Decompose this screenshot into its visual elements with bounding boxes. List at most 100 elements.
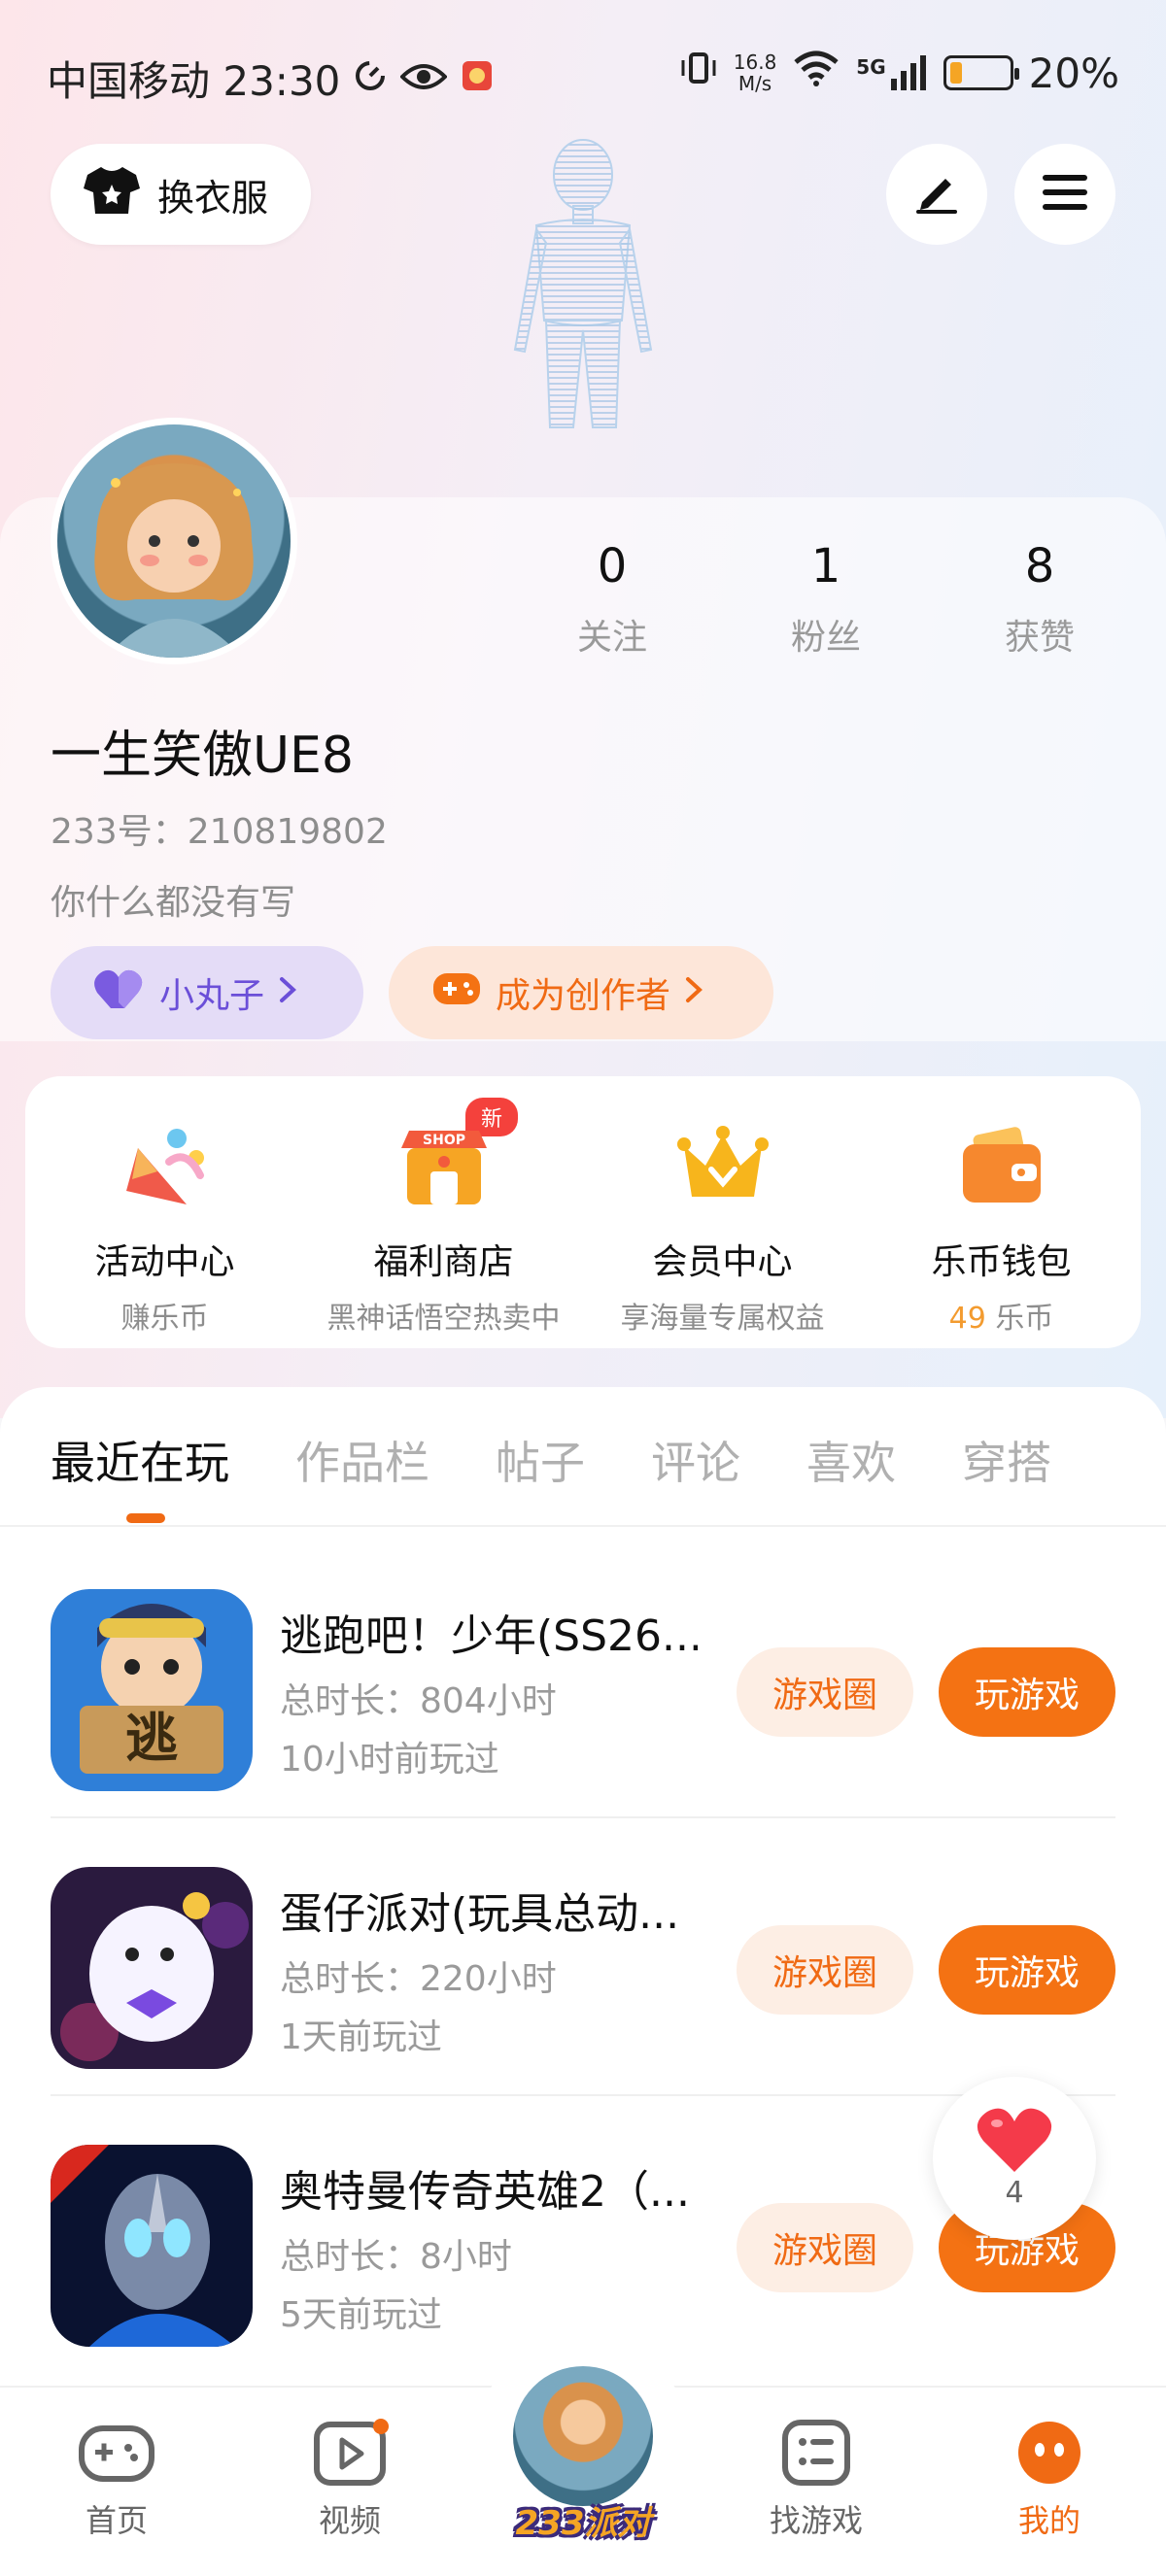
nav-video[interactable]: 视频 (272, 2419, 428, 2541)
wallet-icon (955, 1119, 1048, 1212)
stat-likes[interactable]: 8 获赞 (933, 539, 1147, 660)
stat-value: 0 (597, 539, 628, 593)
stat-followers[interactable]: 1 粉丝 (719, 539, 933, 660)
shop-icon: SHOP (397, 1119, 491, 1212)
gauge-icon (354, 54, 387, 102)
status-bar: 中国移动 23:30 16.8 M/s 5G 20% (0, 0, 1166, 146)
tabs-divider (0, 1525, 1166, 1527)
service-grid: 活动中心 赚乐币 新 SHOP 福利商店 黑神话悟空热卖中 会员中心 享海量专属… (25, 1076, 1141, 1348)
network-speed: 16.8 M/s (733, 51, 777, 95)
coin-balance: 49 (948, 1302, 986, 1336)
tab-likes[interactable]: 喜欢 (806, 1428, 896, 1492)
svg-text:逃: 逃 (125, 1708, 178, 1769)
eye-icon (399, 54, 449, 102)
game-circle-button[interactable]: 游戏圈 (737, 1925, 913, 2015)
service-activity-center[interactable]: 活动中心 赚乐币 (25, 1076, 304, 1348)
game-icon-eggy-party[interactable] (51, 1867, 253, 2069)
play-game-button[interactable]: 玩游戏 (939, 1925, 1115, 2015)
smile-face-icon (1011, 2419, 1088, 2487)
tab-recent-played[interactable]: 最近在玩 (51, 1428, 229, 1523)
game-last-played: 10小时前玩过 (280, 1740, 499, 1779)
game-last-played: 1天前玩过 (280, 2017, 442, 2057)
game-circle-button[interactable]: 游戏圈 (737, 2203, 913, 2292)
svg-text:SHOP: SHOP (423, 1133, 465, 1148)
chevron-right-icon (278, 973, 297, 1013)
tab-works[interactable]: 作品栏 (295, 1428, 429, 1492)
game-name: 奥特曼传奇英雄2（... (280, 2167, 690, 2217)
hamburger-menu-icon (1041, 173, 1089, 216)
become-creator-label: 成为创作者 (496, 976, 671, 1016)
floating-like-button[interactable]: 4 (933, 2077, 1096, 2240)
user-bio[interactable]: 你什么都没有写 (51, 874, 295, 925)
menu-button[interactable] (1014, 144, 1115, 245)
game-circle-button[interactable]: 游戏圈 (737, 1647, 913, 1737)
tab-outfits[interactable]: 穿搭 (962, 1428, 1051, 1492)
change-outfit-label: 换衣服 (157, 176, 269, 220)
nav-me[interactable]: 我的 (972, 2419, 1127, 2541)
like-count: 4 (1005, 2176, 1024, 2210)
user-id[interactable]: 233号：210819802 (51, 803, 388, 854)
game-playtime: 总时长：8小时 (280, 2237, 512, 2277)
game-name: 逃跑吧！少年(SS26... (280, 1611, 698, 1661)
game-name: 蛋仔派对(玩具总动... (280, 1889, 680, 1939)
nav-label: 首页 (85, 2502, 148, 2539)
heart-icon (93, 967, 146, 1019)
stat-value: 8 (1024, 539, 1055, 593)
service-vip-center[interactable]: 会员中心 享海量专属权益 (583, 1076, 862, 1348)
app-notification-icon (461, 54, 494, 102)
party-avatar-button[interactable] (507, 2360, 659, 2512)
game-playtime: 总时长：804小时 (280, 1681, 557, 1721)
friend-pill-button[interactable]: 小丸子 (51, 946, 363, 1039)
stat-value: 1 (810, 539, 841, 593)
gamepad-icon (431, 969, 482, 1017)
tshirt-icon (84, 165, 140, 224)
service-title: 活动中心 (94, 1242, 235, 1282)
service-coin-wallet[interactable]: 乐币钱包 49 乐币 (862, 1076, 1141, 1348)
service-title: 福利商店 (373, 1242, 514, 1282)
nav-label: 找游戏 (769, 2502, 863, 2539)
nav-home[interactable]: 首页 (39, 2419, 194, 2541)
battery-icon (943, 55, 1019, 90)
heart-icon (976, 2106, 1053, 2178)
vibrate-icon (679, 49, 718, 97)
tab-comments[interactable]: 评论 (651, 1428, 740, 1492)
play-game-button[interactable]: 玩游戏 (939, 1647, 1115, 1737)
nav-label: 视频 (318, 2502, 381, 2539)
become-creator-button[interactable]: 成为创作者 (389, 946, 773, 1039)
nav-find-games[interactable]: 找游戏 (738, 2419, 894, 2541)
game-icon-ultraman[interactable] (51, 2145, 253, 2347)
profile-stats: 0 关注 1 粉丝 8 获赞 (505, 539, 1147, 660)
stat-following[interactable]: 0 关注 (505, 539, 719, 660)
service-subtitle: 黑神话悟空热卖中 (326, 1302, 561, 1336)
party-logo-text[interactable]: 233派对 (505, 2496, 661, 2544)
edit-profile-button[interactable] (886, 144, 987, 245)
battery-percent: 20% (1028, 49, 1119, 97)
friend-pill-label: 小丸子 (159, 976, 265, 1016)
stat-label: 关注 (576, 618, 647, 658)
service-title: 会员中心 (652, 1242, 793, 1282)
list-item[interactable]: 逃 逃跑吧！少年(SS26... 总时长：804小时 10小时前玩过 游戏圈 玩… (51, 1541, 1115, 1818)
avatar-wireframe-figure[interactable] (486, 136, 680, 505)
game-icon-escape[interactable]: 逃 (51, 1589, 253, 1791)
list-item[interactable]: 蛋仔派对(玩具总动... 总时长：220小时 1天前玩过 游戏圈 玩游戏 (51, 1818, 1115, 2096)
party-icon (119, 1119, 212, 1212)
profile-tabs: 最近在玩 作品栏 帖子 评论 喜欢 穿搭 (51, 1428, 1117, 1523)
pen-icon (912, 171, 961, 218)
service-subtitle: 赚乐币 (120, 1302, 209, 1336)
service-title: 乐币钱包 (931, 1242, 1072, 1282)
game-playtime: 总时长：220小时 (280, 1959, 557, 1999)
user-avatar[interactable] (51, 418, 297, 664)
crown-icon (676, 1119, 770, 1212)
carrier-time: 中国移动 23:30 (47, 57, 341, 105)
change-outfit-button[interactable]: 换衣服 (51, 144, 311, 245)
wifi-icon (792, 49, 840, 97)
nav-label: 我的 (1017, 2502, 1080, 2539)
service-welfare-shop[interactable]: 新 SHOP 福利商店 黑神话悟空热卖中 (304, 1076, 583, 1348)
service-subtitle: 49 乐币 (862, 1294, 1141, 1337)
stat-label: 获赞 (1004, 618, 1075, 658)
video-play-icon (311, 2419, 389, 2487)
cellular-signal-icon: 5G (856, 55, 927, 90)
tab-posts[interactable]: 帖子 (496, 1428, 585, 1492)
coin-unit: 乐币 (985, 1302, 1054, 1336)
service-subtitle: 享海量专属权益 (620, 1302, 825, 1336)
